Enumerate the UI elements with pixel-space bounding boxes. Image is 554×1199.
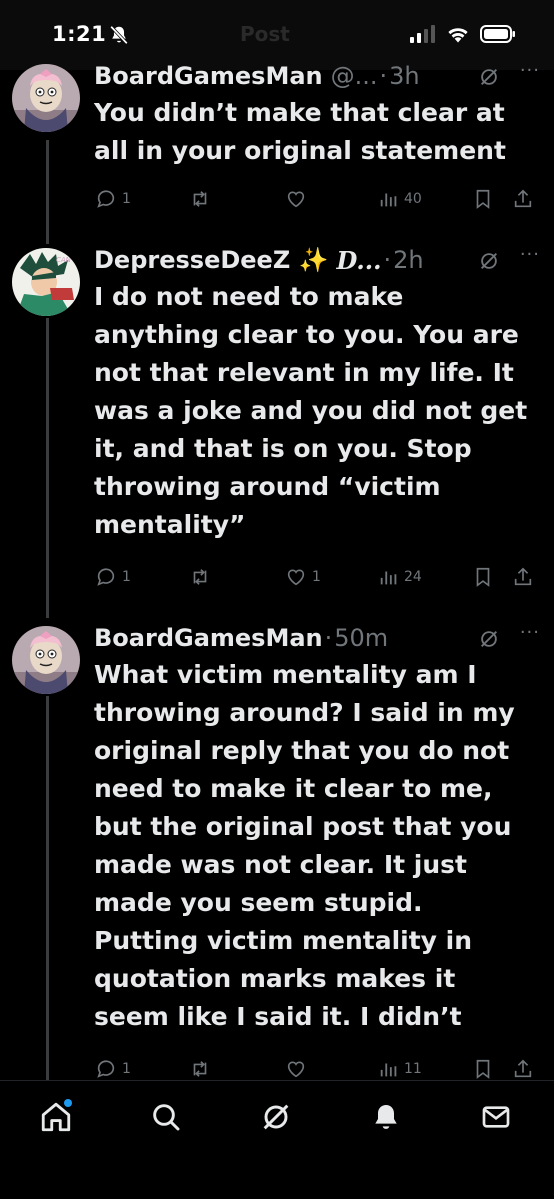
more-options-icon[interactable]: ··· (520, 622, 540, 643)
messages-icon (482, 1106, 510, 1128)
ghost-page-title: Post (240, 22, 290, 46)
tweet-text: You didn’t make that clear at all in you… (94, 98, 506, 165)
reply-button[interactable]: 1 (94, 188, 131, 210)
bookmark-button[interactable] (472, 188, 494, 210)
tweet-actions: 1 1 24 (94, 566, 540, 592)
views-button[interactable]: 40 (378, 188, 422, 210)
views-icon (380, 193, 397, 207)
heart-icon (287, 569, 305, 586)
like-button[interactable]: 1 (284, 566, 321, 588)
share-button[interactable] (512, 188, 534, 210)
nav-home[interactable] (38, 1099, 74, 1135)
repost-button[interactable] (188, 188, 216, 210)
tweet-header: BoardGamesMan · 50m ··· (94, 620, 540, 656)
separator-dot: · (324, 624, 333, 652)
more-options-icon[interactable]: ··· (520, 244, 540, 265)
grok-icon[interactable] (478, 250, 500, 272)
avatar[interactable]: CAN DO IT! (12, 248, 80, 316)
user-handle[interactable]: D... (336, 246, 381, 275)
tweet[interactable]: CAN DO IT! DepresseDeeZ ✨ D... · 2h ··· … (0, 242, 554, 612)
reply-icon (97, 568, 115, 586)
repost-icon (193, 191, 207, 207)
bookmark-icon (476, 567, 490, 587)
bell-off-icon (110, 25, 128, 45)
bookmark-button[interactable] (472, 1058, 494, 1080)
share-button[interactable] (512, 566, 534, 588)
tweet-actions: 1 40 (94, 188, 540, 214)
views-button[interactable]: 24 (378, 566, 422, 588)
timestamp[interactable]: 2h (393, 246, 423, 274)
reply-icon (97, 1060, 115, 1078)
bookmark-icon (476, 189, 490, 209)
repost-icon (193, 569, 207, 585)
view-count: 40 (404, 191, 422, 207)
like-button[interactable] (284, 188, 312, 210)
views-icon (380, 1063, 397, 1077)
anime-avatar-image: CAN DO IT! (12, 248, 80, 316)
battery-icon (480, 25, 515, 43)
reply-count: 1 (122, 1061, 131, 1077)
like-button[interactable] (284, 1058, 312, 1080)
view-count: 11 (404, 1061, 422, 1077)
heart-icon (287, 1061, 305, 1078)
nav-grok[interactable] (258, 1099, 294, 1135)
nav-messages[interactable] (478, 1099, 514, 1135)
notifications-icon (375, 1105, 397, 1129)
signal-icon (410, 25, 435, 43)
grok-icon[interactable] (478, 628, 500, 650)
repost-button[interactable] (188, 566, 216, 588)
tweet-text: What victim mentality am I throwing arou… (94, 660, 515, 1031)
status-time: 1:21 (52, 22, 107, 46)
tweet-actions: 1 11 (94, 1058, 540, 1080)
heart-icon (287, 191, 305, 208)
reply-button[interactable]: 1 (94, 1058, 131, 1080)
more-options-icon[interactable]: ··· (520, 60, 540, 81)
search-icon (153, 1104, 180, 1131)
view-count: 24 (404, 569, 422, 585)
repost-button[interactable] (188, 1058, 216, 1080)
tweet[interactable]: BoardGamesMan · 50m ··· What victim ment… (0, 620, 554, 1080)
bookmark-button[interactable] (472, 566, 494, 588)
tweet-header: BoardGamesMan @... · 3h ··· (94, 58, 540, 94)
share-icon (514, 567, 532, 586)
reply-button[interactable]: 1 (94, 566, 131, 588)
bookmark-icon (476, 1059, 490, 1079)
separator-dot: · (379, 62, 388, 90)
grok-icon (263, 1104, 289, 1130)
reply-count: 1 (122, 191, 131, 207)
share-button[interactable] (512, 1058, 534, 1080)
cartoon-avatar-image (12, 64, 80, 132)
views-icon (380, 571, 397, 585)
grok-icon[interactable] (478, 66, 500, 88)
bottom-nav (0, 1080, 554, 1199)
reply-icon (97, 190, 115, 208)
user-handle[interactable]: @... (331, 62, 378, 90)
avatar[interactable] (12, 626, 80, 694)
display-name[interactable]: DepresseDeeZ ✨ (94, 246, 328, 274)
nav-notifications[interactable] (368, 1099, 404, 1135)
reply-count: 1 (122, 569, 131, 585)
tweet-text: I do not need to make anything clear to … (94, 282, 528, 539)
wifi-icon (448, 28, 468, 43)
timestamp[interactable]: 3h (389, 62, 419, 90)
avatar-text: CAN DO IT! (56, 256, 80, 264)
like-count: 1 (312, 569, 321, 585)
share-icon (514, 1059, 532, 1078)
tweet[interactable]: BoardGamesMan @... · 3h ··· You didn’t m… (0, 58, 554, 238)
timestamp[interactable]: 50m (334, 624, 388, 652)
display-name[interactable]: BoardGamesMan (94, 624, 323, 652)
cartoon-avatar-image (12, 626, 80, 694)
nav-search[interactable] (148, 1099, 184, 1135)
separator-dot: · (383, 246, 392, 274)
status-icons (410, 25, 516, 43)
avatar[interactable] (12, 64, 80, 132)
share-icon (514, 189, 532, 208)
repost-icon (193, 1061, 207, 1077)
tweet-header: DepresseDeeZ ✨ D... · 2h ··· (94, 242, 540, 278)
notification-dot (64, 1099, 72, 1107)
display-name[interactable]: BoardGamesMan (94, 62, 323, 90)
views-button[interactable]: 11 (378, 1058, 422, 1080)
reply-thread: BoardGamesMan @... · 3h ··· You didn’t m… (0, 56, 554, 1080)
